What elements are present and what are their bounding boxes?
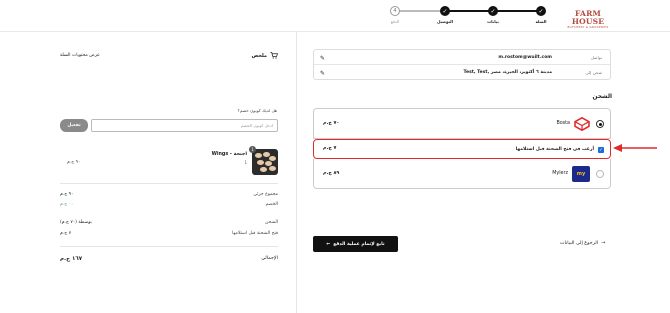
summary-title-text: ملخص: [251, 52, 267, 59]
subtotal-value: ٩٠ ج.م: [60, 192, 74, 197]
coupon-row: تفعيل ادخل كوبون الخصم: [60, 119, 278, 133]
mylerz-name: Mylerz: [552, 171, 568, 176]
back-link-label: الرجوع إلى البيانات: [560, 241, 599, 246]
product-name: Wings - اجنحة: [211, 152, 247, 157]
brand-logo[interactable]: FARM HOUSE BUTCHERY & GROCERIES: [566, 10, 610, 29]
contact-label: تواصل: [590, 55, 602, 60]
product-quantity: 1: [244, 160, 247, 165]
apply-coupon-button[interactable]: تفعيل: [60, 119, 88, 132]
shipping-section-title: الشحن: [592, 94, 612, 100]
cart-product: 1 Wings - اجنحة 1 ٩٠ ج.م: [60, 146, 278, 177]
arrow-right-icon: →: [601, 241, 606, 246]
open-before-receive-price: ٧ ج.م: [323, 146, 337, 151]
step-4-dot: 4: [390, 6, 400, 16]
mylerz-logo-icon: my: [572, 166, 590, 182]
open-before-receive-checkbox check-icon[interactable]: ✓: [598, 147, 604, 153]
shipping-label: الشحن: [265, 220, 278, 225]
open-before-receive-value: ٧ ج.م: [60, 231, 71, 236]
brand-tagline: BUTCHERY & GROCERIES: [567, 25, 609, 29]
annotation-arrow-icon: [613, 144, 657, 152]
summary-divider: [60, 183, 278, 184]
pencil-icon[interactable]: ✎: [320, 55, 325, 62]
bosta-price: ٧٠ ج.م: [323, 121, 340, 126]
shipping-option-mylerz[interactable]: my Mylerz ٨٩ ج.م: [313, 159, 611, 189]
step-connector: [395, 10, 445, 12]
step-2-dot check-icon[interactable]: ✓: [488, 6, 498, 16]
arrow-left-icon: ←: [326, 241, 331, 247]
open-before-receive-label: فتح الشحنة قبل استلامها: [232, 231, 278, 236]
shipping-row: الشحن بوسطة (٧٠ ج.م): [60, 220, 278, 228]
product-image: [252, 149, 278, 175]
step-1-dot check-icon[interactable]: ✓: [536, 6, 546, 16]
bosta-radio[interactable]: [596, 120, 604, 128]
back-to-info-link[interactable]: الرجوع إلى البيانات →: [560, 241, 605, 246]
open-before-receive-row: فتح الشحنة قبل استلامها ٧ ج.م: [60, 231, 278, 239]
mylerz-price: ٨٩ ج.م: [323, 171, 340, 176]
coupon-input[interactable]: ادخل كوبون الخصم: [91, 119, 278, 132]
step-2-label[interactable]: بيانات: [487, 19, 499, 24]
step-1-label[interactable]: السلة: [535, 19, 546, 24]
pencil-icon[interactable]: ✎: [320, 70, 325, 77]
order-summary-panel: عرض محتويات السلة ملخص هل لديك كوبون خصم…: [0, 32, 297, 313]
step-3-label: التوصيل: [436, 19, 454, 24]
open-before-receive-option[interactable]: ✓ أرغب في فتح الشحنة قبل استلامها ٧ ج.م: [313, 139, 611, 159]
product-price: ٩٠ ج.م: [67, 160, 81, 165]
ship-to-value: Test, Test, مدينة ٦ أكتوبر، الجيزة، مصر: [463, 70, 552, 75]
summary-title: ملخص: [251, 52, 278, 59]
discount-row: الخصم ٠٠ ج.م: [60, 202, 278, 210]
customer-info-box: ✎ m.rostom@wuilt.com تواصل ✎ Test, Test,…: [313, 49, 611, 80]
summary-header: عرض محتويات السلة ملخص: [60, 52, 278, 62]
shipping-option-bosta[interactable]: Bosta ٧٠ ج.م: [313, 108, 611, 139]
coupon-question: هل لديك كوبون خصم؟: [237, 108, 277, 113]
total-row: الإجمالي ١٦٧ ج.م: [60, 256, 278, 266]
shipping-value: بوسطة (٧٠ ج.م): [60, 220, 92, 225]
checkout-main: ✎ m.rostom@wuilt.com تواصل ✎ Test, Test,…: [298, 32, 670, 313]
ship-to-label: شحن إلى: [585, 70, 602, 75]
bosta-logo-icon: [574, 117, 590, 131]
continue-button-label: تابع لإتمام عملية الدفع: [333, 241, 385, 247]
top-bar: FARM HOUSE BUTCHERY & GROCERIES 4 الدفع …: [0, 0, 670, 31]
quantity-badge: 1: [249, 146, 256, 153]
step-3-dot check-icon: ✓: [440, 6, 450, 16]
open-before-receive-option-label: أرغب في فتح الشحنة قبل استلامها: [515, 147, 594, 152]
cart-icon: [270, 52, 278, 59]
continue-to-payment-button[interactable]: ← تابع لإتمام عملية الدفع: [313, 236, 398, 252]
ship-to-row: ✎ Test, Test, مدينة ٦ أكتوبر، الجيزة، مص…: [314, 65, 610, 80]
subtotal-label: مجموع جزئي: [253, 192, 278, 197]
bosta-name: Bosta: [556, 121, 570, 126]
total-label: الإجمالي: [261, 256, 278, 261]
contact-value: m.rostom@wuilt.com: [498, 55, 552, 60]
discount-value: ٠٠ ج.م: [60, 202, 74, 207]
step-4-label: الدفع: [390, 19, 400, 24]
summary-divider: [60, 246, 278, 247]
discount-label: الخصم: [265, 202, 278, 207]
show-cart-contents-link[interactable]: عرض محتويات السلة: [60, 53, 100, 58]
checkout-steps: 4 الدفع ✓ التوصيل ✓ بيانات ✓ السلة: [390, 6, 550, 28]
contact-row: ✎ m.rostom@wuilt.com تواصل: [314, 50, 610, 65]
brand-name: FARM HOUSE: [571, 9, 605, 26]
mylerz-radio[interactable]: [596, 170, 604, 178]
subtotal-row: مجموع جزئي ٩٠ ج.م: [60, 192, 278, 200]
total-value: ١٦٧ ج.م: [60, 256, 83, 262]
